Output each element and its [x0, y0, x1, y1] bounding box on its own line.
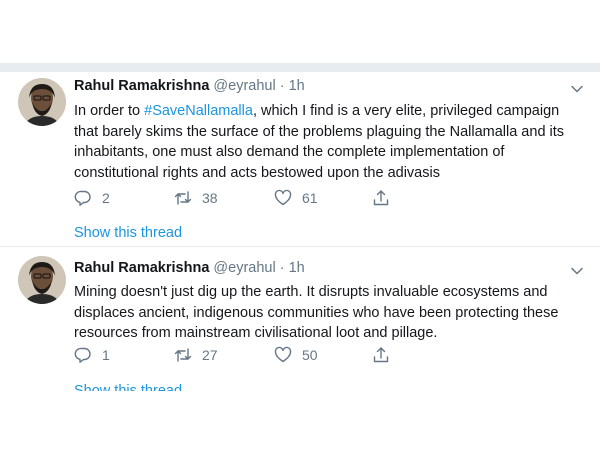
tweet-header: Rahul Ramakrishna @eyrahul · 1h: [74, 78, 305, 94]
like-count: 61: [302, 190, 318, 206]
author-name[interactable]: Rahul Ramakrishna: [74, 260, 209, 276]
show-thread-link[interactable]: Show this thread: [74, 225, 182, 241]
reply-button[interactable]: 2: [74, 189, 110, 207]
heart-icon: [274, 346, 292, 363]
retweet-count: 38: [202, 190, 218, 206]
tweet-actions: 1 27 50: [74, 346, 414, 366]
show-thread-link[interactable]: Show this thread: [74, 381, 182, 391]
tweet-header: Rahul Ramakrishna @eyrahul · 1h: [74, 260, 305, 276]
chevron-down-icon[interactable]: [570, 82, 584, 96]
top-blank-area: [0, 0, 600, 62]
share-icon: [373, 347, 389, 363]
reply-icon: [74, 190, 91, 206]
tweet-divider: [0, 246, 600, 247]
tweet[interactable]: Rahul Ramakrishna @eyrahul · 1h Mining d…: [0, 248, 600, 393]
reply-count: 2: [102, 190, 110, 206]
tweet-text: Mining doesn't just dig up the earth. It…: [74, 284, 559, 341]
like-button[interactable]: 61: [274, 189, 318, 207]
share-button[interactable]: [372, 346, 390, 364]
share-button[interactable]: [372, 189, 390, 207]
section-divider: [0, 63, 600, 72]
retweet-icon: [174, 191, 192, 205]
tweet-time[interactable]: · 1h: [280, 260, 305, 276]
author-name[interactable]: Rahul Ramakrishna: [74, 78, 209, 94]
bottom-blank-area: [0, 391, 600, 450]
chevron-down-icon[interactable]: [570, 264, 584, 278]
author-handle[interactable]: @eyrahul: [213, 260, 275, 276]
heart-icon: [274, 189, 292, 206]
retweet-count: 27: [202, 347, 218, 363]
tweet[interactable]: Rahul Ramakrishna @eyrahul · 1h In order…: [0, 72, 600, 248]
reply-icon: [74, 347, 91, 363]
avatar-image: [18, 78, 66, 126]
share-icon: [373, 190, 389, 206]
reply-button[interactable]: 1: [74, 346, 110, 364]
tweet-actions: 2 38 61: [74, 189, 414, 209]
avatar[interactable]: [18, 78, 66, 126]
reply-count: 1: [102, 347, 110, 363]
tweet-text-part: In order to: [74, 103, 145, 119]
show-thread-label: Show this thread: [74, 383, 183, 391]
retweet-button[interactable]: 38: [174, 189, 218, 207]
tweet-text: In order to #SaveNallamalla, which I fin…: [74, 101, 584, 183]
author-handle[interactable]: @eyrahul: [213, 78, 275, 94]
avatar[interactable]: [18, 256, 66, 304]
retweet-button[interactable]: 27: [174, 346, 218, 364]
like-count: 50: [302, 347, 318, 363]
like-button[interactable]: 50: [274, 346, 318, 364]
avatar-image: [18, 256, 66, 304]
retweet-icon: [174, 348, 192, 362]
tweet-time[interactable]: · 1h: [280, 78, 305, 94]
hashtag-link[interactable]: #SaveNallamalla: [144, 103, 253, 119]
